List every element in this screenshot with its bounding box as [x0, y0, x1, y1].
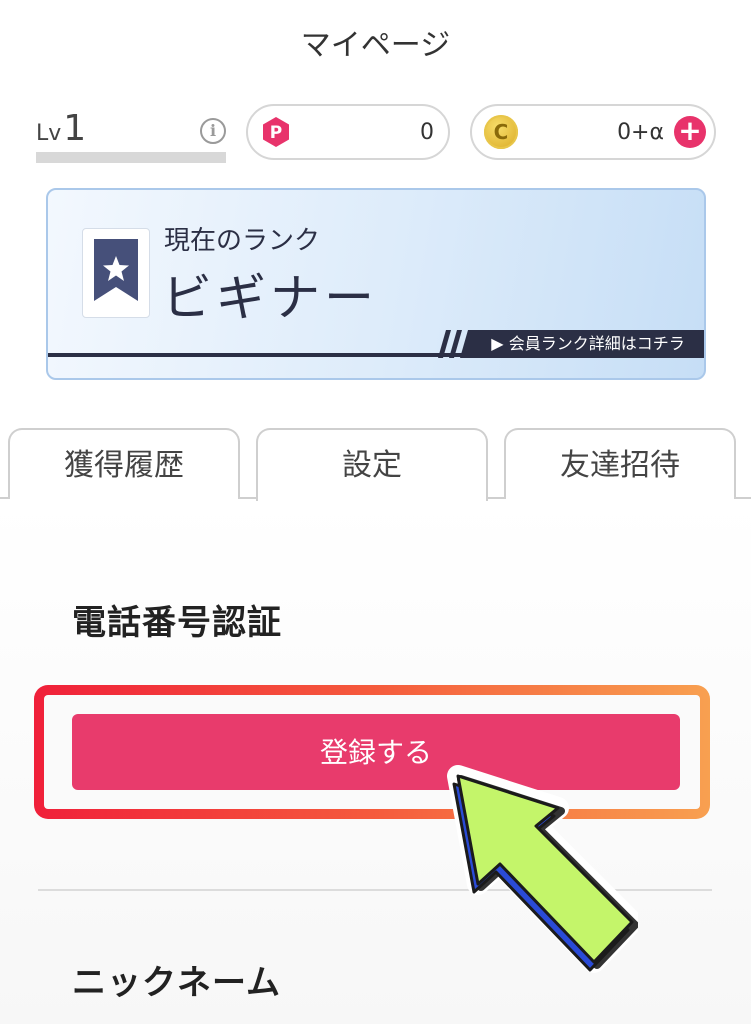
info-icon[interactable]: i	[200, 118, 226, 144]
level-progress-bar	[36, 152, 226, 163]
page-title: マイページ	[300, 28, 451, 63]
settings-panel: 電話番号認証 登録する ニックネーム	[0, 499, 751, 1024]
rank-badge	[82, 228, 150, 318]
points-icon: P	[263, 117, 289, 147]
nickname-heading: ニックネーム	[72, 963, 281, 1003]
pointer-arrow-icon	[447, 765, 638, 973]
rank-label: 現在のランク	[164, 226, 321, 256]
plus-icon[interactable]: +	[674, 116, 706, 148]
tab-invite[interactable]: 友達招待	[504, 428, 736, 499]
level-value: 1	[63, 108, 87, 149]
svg-text:P: P	[270, 123, 282, 143]
coins-value: 0+α	[617, 120, 664, 145]
level-prefix: Lv	[36, 121, 62, 146]
rank-card[interactable]: 現在のランク ビギナー ▶ 会員ランク詳細はコチラ	[46, 188, 706, 380]
points-pill[interactable]: P 0	[246, 104, 450, 160]
rank-name: ビギナー	[162, 269, 378, 327]
tab-history[interactable]: 獲得履歴	[8, 428, 240, 499]
phone-auth-heading: 電話番号認証	[72, 603, 282, 643]
coins-pill[interactable]: C 0+α +	[470, 104, 716, 160]
coin-icon: C	[484, 115, 518, 149]
level-display: Lv1 i	[36, 108, 226, 164]
rank-detail-link[interactable]: ▶ 会員ランク詳細はコチラ	[472, 330, 704, 358]
tab-settings[interactable]: 設定	[256, 428, 488, 501]
rank-stripes	[438, 330, 476, 358]
star-ribbon-icon	[94, 239, 138, 301]
points-value: 0	[420, 120, 434, 145]
